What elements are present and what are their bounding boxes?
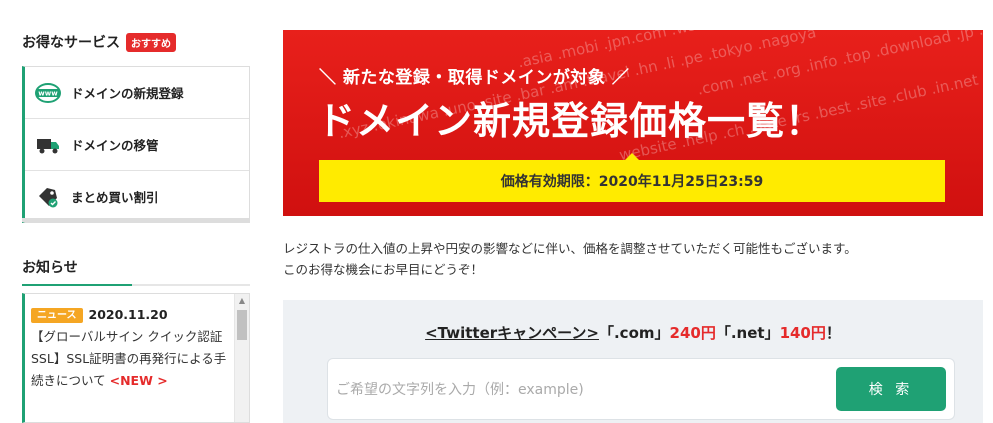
campaign-net: 「.net」 xyxy=(715,324,780,342)
news-list[interactable]: ニュース 2020.11.20 【グローバルサイン クイック認証SSL】SSL証明… xyxy=(22,293,250,423)
domain-search-input[interactable] xyxy=(336,369,838,411)
intro-line: このお得な機会にお早目にどうぞ！ xyxy=(283,262,484,277)
www-globe-icon: www xyxy=(35,82,61,104)
campaign-com-price: 240円 xyxy=(669,324,716,342)
scroll-up-arrow-icon[interactable]: ▲ xyxy=(235,294,249,308)
price-valid-period: 価格有効期限：2020年11月25日23:59 xyxy=(319,153,945,202)
services-list: www ドメインの新規登録 ドメインの移管 まとめ買い割引 xyxy=(22,66,250,223)
news-date: 2020.11.20 xyxy=(88,307,168,322)
sparkle-left-icon: ＼ xyxy=(319,68,337,88)
intro-line: レジストラの仕入値の上昇や円安の影響などに伴い、価格を調整させていただく可能性も… xyxy=(283,241,857,256)
news-new-label: <NEW > xyxy=(109,373,168,388)
transfer-truck-icon xyxy=(35,134,61,156)
domain-search-section: <Twitterキャンペーン>「.com」240円「.net」140円！ 検 索 xyxy=(283,300,983,423)
banner-subtitle: ＼ 新たな登録・取得ドメインが対象 ／ xyxy=(319,68,630,88)
campaign-line: <Twitterキャンペーン>「.com」240円「.net」140円！ xyxy=(283,322,983,343)
service-label: まとめ買い割引 xyxy=(71,190,159,205)
service-label: ドメインの移管 xyxy=(71,138,159,153)
service-item-bulk-discount[interactable]: まとめ買い割引 xyxy=(25,171,249,222)
services-divider xyxy=(22,218,250,222)
search-box: 検 索 xyxy=(327,358,955,420)
campaign-com: 「.com」 xyxy=(598,324,670,342)
news-item[interactable]: ニュース 2020.11.20 【グローバルサイン クイック認証SSL】SSL証明… xyxy=(31,304,231,392)
news-heading: お知らせ xyxy=(22,260,78,276)
services-heading: お得なサービス おすすめ xyxy=(22,32,176,52)
service-label: ドメインの新規登録 xyxy=(71,86,184,101)
scroll-thumb[interactable] xyxy=(237,310,247,340)
service-item-new-registration[interactable]: www ドメインの新規登録 xyxy=(25,67,249,119)
services-title: お得なサービス xyxy=(22,35,120,51)
news-scrollbar[interactable]: ▲ xyxy=(234,294,249,422)
intro-text: レジストラの仕入値の上昇や円安の影響などに伴い、価格を調整させていただく可能性も… xyxy=(283,238,857,280)
campaign-end: ！ xyxy=(825,324,841,342)
discount-tag-icon xyxy=(35,186,61,208)
banner-title: ドメイン新規登録価格一覧！ xyxy=(317,99,825,143)
search-button[interactable]: 検 索 xyxy=(836,367,946,411)
recommend-badge: おすすめ xyxy=(126,32,176,52)
svg-text:www: www xyxy=(38,89,58,97)
twitter-campaign-link[interactable]: <Twitterキャンペーン> xyxy=(425,324,599,342)
price-list-banner: .asia .mobi .jpn.com .ws .tv .name .link… xyxy=(283,30,983,216)
sparkle-right-icon: ／ xyxy=(611,68,630,88)
news-tag: ニュース xyxy=(31,308,83,323)
campaign-net-price: 140円 xyxy=(779,324,826,342)
news-heading-underline xyxy=(22,284,250,286)
service-item-transfer[interactable]: ドメインの移管 xyxy=(25,119,249,171)
